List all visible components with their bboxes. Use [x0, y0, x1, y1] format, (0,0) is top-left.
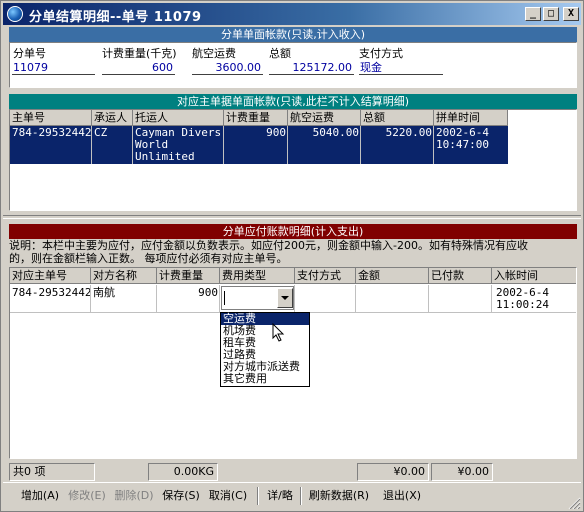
- paid-cell[interactable]: [429, 286, 492, 288]
- field-label-air-freight: 航空运费: [192, 47, 236, 60]
- master-table-row[interactable]: 784-29532442 CZ Cayman Divers World Unli…: [10, 126, 508, 164]
- detail-toggle-button[interactable]: 详/略: [263, 487, 297, 505]
- close-button[interactable]: X: [563, 7, 579, 21]
- row-divider: [491, 285, 492, 313]
- status-weight-total: 0.00KG: [148, 463, 218, 481]
- status-record-count: 共0 项: [9, 463, 95, 481]
- col-pay-master-no[interactable]: 对应主单号: [10, 268, 91, 284]
- row-divider: [91, 126, 92, 164]
- window-title: 分单结算明细--单号 11079: [29, 10, 202, 25]
- row-divider: [355, 285, 356, 313]
- field-label-payment: 支付方式: [359, 47, 403, 60]
- app-globe-icon: [7, 6, 23, 22]
- row-divider: [428, 285, 429, 313]
- status-paid-total: ¥0.00: [431, 463, 493, 481]
- total-value: 125172.00: [269, 61, 354, 75]
- shipper-cell-line3: Unlimited: [135, 150, 195, 163]
- row-divider: [156, 285, 157, 313]
- section-splitter[interactable]: [3, 215, 581, 219]
- maximize-button[interactable]: □: [543, 7, 559, 21]
- exit-button[interactable]: 退出(X): [379, 487, 425, 505]
- summary-header: 分单单面帐款(只读,计入收入): [9, 27, 577, 42]
- field-label-weight: 计费重量(千克): [102, 47, 177, 60]
- row-divider: [360, 126, 361, 164]
- payment-value: 现金: [359, 61, 443, 75]
- fee-type-combobox[interactable]: [221, 286, 294, 310]
- pay-method-cell[interactable]: [295, 286, 356, 288]
- weight-value: 600: [102, 61, 175, 75]
- amount-cell[interactable]: [356, 286, 429, 288]
- toolbar-separator: [257, 487, 259, 505]
- col-time[interactable]: 拼单时间: [434, 110, 508, 126]
- chevron-down-icon: [281, 296, 289, 300]
- weight-cell: 900: [266, 126, 286, 139]
- payables-header: 分单应付账款明细(计入支出): [9, 224, 577, 239]
- refresh-button[interactable]: 刷新数据(R): [305, 487, 373, 505]
- row-divider: [132, 126, 133, 164]
- mouse-pointer-icon: [272, 323, 285, 342]
- col-paid[interactable]: 已付款: [429, 268, 492, 284]
- fee-type-dropdown-list[interactable]: 空运费 机场费 租车费 过路费 对方城市派送费 其它费用: [220, 312, 310, 387]
- air-freight-cell: 5040.00: [312, 126, 359, 139]
- row-divider: [90, 285, 91, 313]
- col-master-no[interactable]: 主单号: [10, 110, 92, 126]
- col-shipper[interactable]: 托运人: [133, 110, 224, 126]
- payables-note-line1: 说明：本栏中主要为应付，应付金额以负数表示。如应付200元，则金额中输入-200…: [9, 239, 528, 252]
- row-divider: [287, 126, 288, 164]
- modify-button[interactable]: 修改(E): [65, 487, 109, 505]
- col-carrier[interactable]: 承运人: [92, 110, 133, 126]
- master-grid-header: 主单号 承运人 托运人 计费重量 航空运费 总额 拼单时间: [10, 110, 508, 126]
- total-cell: 5220.00: [385, 126, 432, 139]
- col-air-freight[interactable]: 航空运费: [288, 110, 361, 126]
- settlement-window: 分单结算明细--单号 11079 _ □ X 分单单面帐款(只读,计入收入) 分…: [0, 0, 584, 512]
- row-divider: [294, 285, 295, 313]
- pay-master-no-cell: 784-29532442: [12, 286, 92, 299]
- col-pay-method[interactable]: 支付方式: [295, 268, 356, 284]
- sub-no-value: 11079: [12, 61, 95, 75]
- row-divider: [223, 126, 224, 164]
- payables-note-line2: 的，则在金额栏输入正数。 每项应付必须有对应主单号。: [9, 252, 288, 265]
- pay-weight-cell: 900: [198, 286, 218, 299]
- resize-grip-icon[interactable]: [567, 497, 581, 509]
- delete-button[interactable]: 删除(D): [112, 487, 156, 505]
- title-bar[interactable]: 分单结算明细--单号 11079 _ □ X: [3, 3, 581, 25]
- save-button[interactable]: 保存(S): [159, 487, 203, 505]
- col-total[interactable]: 总额: [361, 110, 434, 126]
- field-label-total: 总额: [269, 47, 291, 60]
- time-cell-line2: 10:47:00: [436, 138, 489, 151]
- minimize-button[interactable]: _: [525, 7, 541, 21]
- carrier-cell: CZ: [94, 126, 108, 139]
- add-button[interactable]: 增加(A): [18, 487, 62, 505]
- party-cell: 南航: [93, 286, 115, 299]
- row-divider: [219, 285, 220, 313]
- col-weight[interactable]: 计费重量: [224, 110, 288, 126]
- row-divider: [433, 126, 434, 164]
- master-header: 对应主单据单面帐款(只读,此栏不计入结算明细): [9, 94, 577, 109]
- air-freight-value: 3600.00: [192, 61, 263, 75]
- text-caret: [224, 291, 225, 305]
- col-party[interactable]: 对方名称: [91, 268, 157, 284]
- dropdown-button[interactable]: [277, 288, 293, 308]
- field-label-sub-no: 分单号: [13, 47, 46, 60]
- toolbar-separator: [300, 487, 302, 505]
- col-entry-time[interactable]: 入帐时间: [492, 268, 576, 284]
- master-no-cell: 784-29532442: [12, 126, 92, 139]
- col-pay-weight[interactable]: 计费重量: [157, 268, 220, 284]
- col-fee-type[interactable]: 费用类型: [220, 268, 295, 284]
- option-other-fee[interactable]: 其它费用: [221, 373, 309, 385]
- entry-time-line2: 11:00:24: [496, 298, 549, 311]
- col-amount[interactable]: 金额: [356, 268, 429, 284]
- status-amount-total: ¥0.00: [357, 463, 429, 481]
- payables-grid-header: 对应主单号 对方名称 计费重量 费用类型 支付方式 金额 已付款 入帐时间: [10, 268, 576, 284]
- cancel-button[interactable]: 取消(C): [206, 487, 250, 505]
